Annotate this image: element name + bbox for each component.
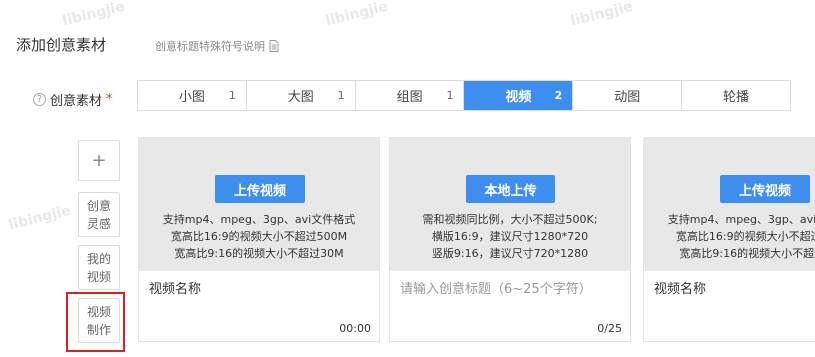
tab-label: 轮播 [723,90,750,105]
tab-gif[interactable]: 动图 [573,81,683,110]
upload-video-button[interactable]: 上传视频 [215,175,305,203]
requirement-line: 支持mp4、mpeg、3gp、avi文件格式 [667,213,815,226]
upload-requirements: 需和视频同比例，大小不超过500K; 横版16:9，建议尺寸1280*720 竖… [390,211,630,262]
watermark: libingjie [7,202,73,234]
special-symbol-help-link[interactable]: 创意标题特殊符号说明 [155,38,279,54]
my-videos-button[interactable]: 我的视频 [78,245,120,290]
video-name-field[interactable]: 视频名称 [149,278,201,297]
creative-material-label: ? 创意素材 * [33,90,113,109]
material-type-tabs: 小图 1 大图 1 组图 1 视频 2 动图 轮播 [137,80,791,111]
side-button-label: 我的视频 [86,251,111,284]
tab-label: 视频 [505,90,532,105]
requirement-line: 支持mp4、mpeg、3gp、avi文件格式 [162,213,356,226]
video-card: 上传视频 支持mp4、mpeg、3gp、avi文件格式 宽高比16:9的视频大小… [643,137,815,342]
watermark: libingjie [569,0,635,30]
requirement-line: 宽高比16:9的视频大小不超过500M [675,230,815,243]
cover-card: 本地上传 需和视频同比例，大小不超过500K; 横版16:9，建议尺寸1280*… [389,137,631,342]
tab-count: 1 [228,89,236,102]
video-duration: 00:00 [339,322,371,335]
tab-label: 小图 [178,90,205,105]
upload-requirements: 支持mp4、mpeg、3gp、avi文件格式 宽高比16:9的视频大小不超过50… [139,211,379,262]
requirement-line: 竖版9:16，建议尺寸720*1280 [431,247,589,260]
video-card: 上传视频 支持mp4、mpeg、3gp、avi文件格式 宽高比16:9的视频大小… [138,137,380,342]
tab-group-image[interactable]: 组图 1 [356,81,465,110]
field-label: 创意素材 [50,94,103,109]
add-material-button[interactable]: + [78,140,120,181]
requirement-line: 宽高比9:16的视频大小不超过30M [679,247,815,260]
tab-small-image[interactable]: 小图 1 [138,81,247,110]
creative-inspiration-button[interactable]: 创意灵感 [78,192,120,237]
upload-requirements: 支持mp4、mpeg、3gp、avi文件格式 宽高比16:9的视频大小不超过50… [644,211,815,262]
requirement-line: 宽高比9:16的视频大小不超过30M [174,247,344,260]
tab-carousel[interactable]: 轮播 [682,81,790,110]
requirement-line: 横版16:9，建议尺寸1280*720 [431,230,589,243]
plus-icon: + [91,149,107,171]
character-count: 0/25 [597,322,622,335]
requirement-line: 需和视频同比例，大小不超过500K; [422,213,598,226]
required-mark: * [106,92,113,107]
video-upload-area: 上传视频 支持mp4、mpeg、3gp、avi文件格式 宽高比16:9的视频大小… [644,138,815,271]
tab-label: 组图 [396,90,423,105]
cover-upload-area: 本地上传 需和视频同比例，大小不超过500K; 横版16:9，建议尺寸1280*… [390,138,630,271]
page-root: libingjie libingjie libingjie libingjie … [0,0,815,357]
highlight-box [66,292,125,352]
tab-video[interactable]: 视频 2 [464,81,574,110]
video-upload-area: 上传视频 支持mp4、mpeg、3gp、avi文件格式 宽高比16:9的视频大小… [139,138,379,271]
watermark: libingjie [324,0,390,30]
tab-count: 2 [554,89,563,102]
tab-label: 大图 [287,90,314,105]
local-upload-button[interactable]: 本地上传 [466,175,555,203]
tab-count: 1 [337,89,345,102]
watermark: libingjie [61,0,127,30]
question-circle-icon[interactable]: ? [33,93,46,106]
page-title: 添加创意素材 [16,36,107,54]
upload-video-button[interactable]: 上传视频 [720,175,810,203]
video-name-field[interactable]: 视频名称 [654,278,706,297]
help-link-label: 创意标题特殊符号说明 [155,40,265,53]
document-icon [269,40,279,52]
creative-title-input[interactable]: 请输入创意标题（6~25个字符） [400,278,592,297]
tab-label: 动图 [614,90,641,105]
side-button-label: 创意灵感 [86,198,111,231]
tab-count: 1 [446,89,454,102]
requirement-line: 宽高比16:9的视频大小不超过500M [170,230,348,243]
tab-large-image[interactable]: 大图 1 [247,81,356,110]
